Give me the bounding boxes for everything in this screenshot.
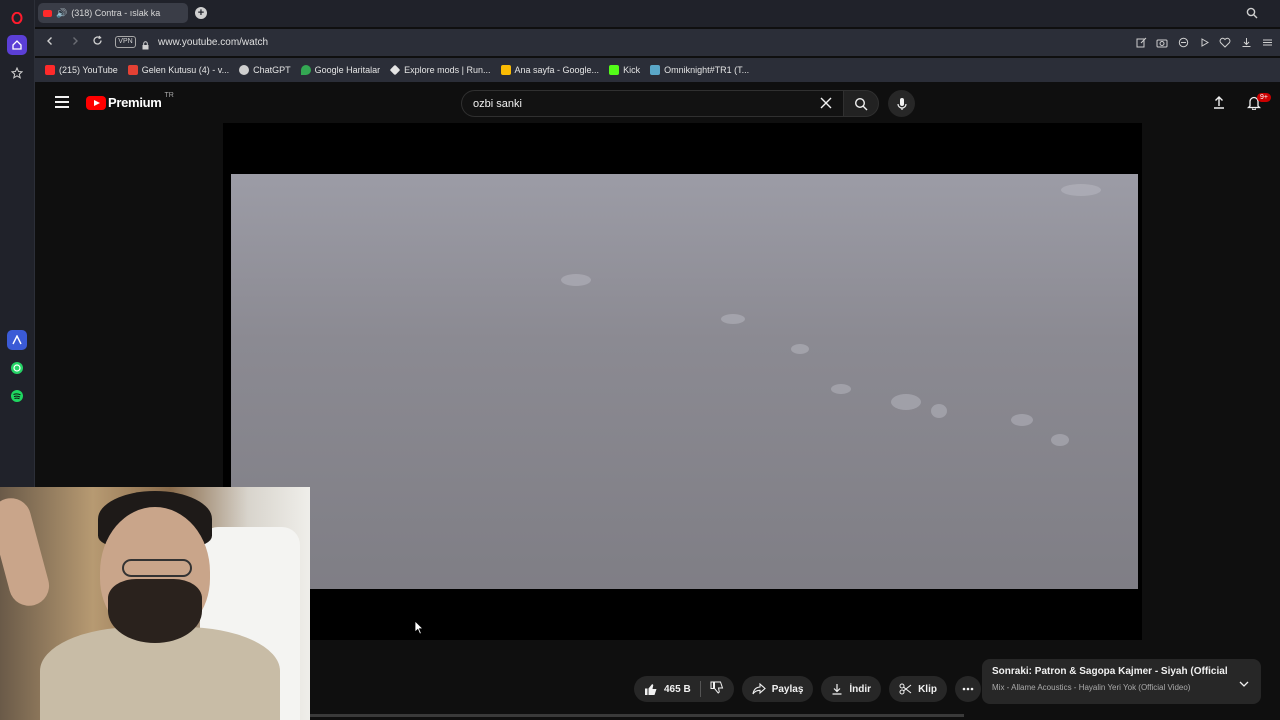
youtube-play-icon	[86, 95, 106, 110]
voice-search-button[interactable]	[888, 90, 915, 117]
tab-youtube[interactable]: 🔊 (318) Contra - ıslak ka	[38, 3, 188, 23]
player-icon[interactable]	[1197, 35, 1211, 49]
bookmarks-star-icon[interactable]	[7, 63, 27, 83]
search-input[interactable]: ozbi sanki	[461, 90, 843, 117]
search-query: ozbi sanki	[473, 98, 522, 110]
video-progress-bar[interactable]	[310, 714, 964, 717]
home-icon[interactable]	[7, 35, 27, 55]
youtube-favicon-icon	[43, 9, 52, 17]
thumbs-up-icon	[645, 683, 657, 695]
up-next-title: Sonraki: Patron & Sagopa Kajmer - Siyah …	[992, 666, 1228, 677]
tab-search-icon[interactable]	[1246, 6, 1258, 24]
youtube-logo[interactable]: Premium TR	[86, 92, 174, 110]
spotify-icon[interactable]	[7, 386, 27, 406]
kick-icon	[609, 65, 620, 75]
tab-title: (318) Contra - ıslak ka	[71, 8, 161, 18]
lock-icon[interactable]	[142, 37, 149, 50]
reload-button[interactable]	[90, 35, 104, 49]
scissors-icon	[899, 683, 912, 695]
address-bar-row: VPN www.youtube.com/watch	[35, 29, 1280, 56]
dislike-button[interactable]	[710, 681, 724, 697]
new-tab-button[interactable]: +	[195, 7, 207, 19]
bookmark-runescape[interactable]: Explore mods | Run...	[389, 64, 491, 76]
like-button[interactable]	[644, 683, 658, 696]
clear-search-icon[interactable]	[819, 96, 833, 115]
camera-icon[interactable]	[1155, 35, 1169, 49]
search-icon	[854, 97, 868, 110]
diamond-icon	[389, 64, 401, 76]
speaker-icon[interactable]: 🔊	[56, 8, 67, 19]
whatsapp-icon[interactable]	[7, 358, 27, 378]
upload-icon[interactable]	[1213, 95, 1225, 114]
youtube-header: Premium TR ozbi sanki 9+	[35, 82, 1280, 124]
url-field[interactable]: www.youtube.com/watch	[158, 37, 268, 48]
bookmark-omniknight[interactable]: Omniknight#TR1 (T...	[650, 65, 749, 75]
webcam-overlay	[0, 487, 310, 720]
bookmark-youtube[interactable]: (215) YouTube	[45, 65, 118, 75]
heart-icon[interactable]	[1218, 35, 1232, 49]
tab-strip: 🔊 (318) Contra - ıslak ka +	[35, 0, 1280, 27]
youtube-icon	[45, 65, 55, 75]
like-dislike-group: 465 B	[634, 676, 734, 702]
back-button[interactable]	[43, 35, 57, 49]
bookmark-gmail[interactable]: Gelen Kutusu (4) - v...	[127, 65, 229, 75]
chevron-down-icon[interactable]	[1239, 675, 1249, 693]
gmail-icon	[127, 65, 138, 75]
bookmark-google-drive[interactable]: Ana sayfa - Google...	[500, 65, 599, 75]
download-button[interactable]: İndir	[821, 676, 882, 702]
bookmarks-bar: (215) YouTube Gelen Kutusu (4) - v... Ch…	[35, 58, 1280, 82]
share-icon	[752, 683, 766, 695]
address-bar-tools	[1134, 35, 1274, 49]
league-icon	[650, 65, 661, 75]
vpn-badge[interactable]: VPN	[115, 36, 136, 48]
adblock-shield-icon[interactable]	[1176, 35, 1190, 49]
video-actions: 465 B Paylaş İndir Klip	[634, 676, 981, 702]
microphone-icon	[896, 97, 907, 110]
screen: 🔊 (318) Contra - ıslak ka + VPN www.yout…	[0, 0, 1280, 720]
video-frame[interactable]	[231, 174, 1138, 589]
search-button[interactable]	[843, 90, 879, 117]
hamburger-menu-icon[interactable]	[55, 96, 69, 108]
share-button[interactable]: Paylaş	[741, 676, 814, 702]
notification-badge: 9+	[1257, 93, 1271, 102]
forward-button[interactable]	[68, 35, 82, 49]
thumbs-down-icon	[710, 681, 723, 694]
opera-logo-icon[interactable]	[7, 8, 27, 28]
more-actions-button[interactable]	[954, 676, 981, 702]
bookmark-kick[interactable]: Kick	[609, 65, 640, 75]
aria-icon[interactable]	[7, 330, 27, 350]
bookmark-chatgpt[interactable]: ChatGPT	[239, 65, 291, 75]
chatgpt-icon	[239, 65, 250, 75]
download-arrow-icon	[831, 683, 843, 695]
download-icon[interactable]	[1239, 35, 1253, 49]
menu-icon[interactable]	[1260, 35, 1274, 49]
edit-icon[interactable]	[1134, 35, 1148, 49]
more-horizontal-icon	[962, 687, 974, 691]
map-pin-icon	[300, 65, 311, 75]
like-count: 465 B	[664, 683, 691, 695]
clip-button[interactable]: Klip	[889, 676, 947, 702]
video-player[interactable]	[223, 123, 1142, 640]
up-next-subtitle: Mix - Allame Acoustics - Hayalin Yeri Yo…	[992, 683, 1191, 692]
up-next-card[interactable]: Sonraki: Patron & Sagopa Kajmer - Siyah …	[982, 659, 1261, 704]
mouse-cursor-icon	[414, 620, 424, 640]
drive-icon	[500, 65, 511, 75]
bookmark-google-maps[interactable]: Google Haritalar	[300, 65, 380, 75]
